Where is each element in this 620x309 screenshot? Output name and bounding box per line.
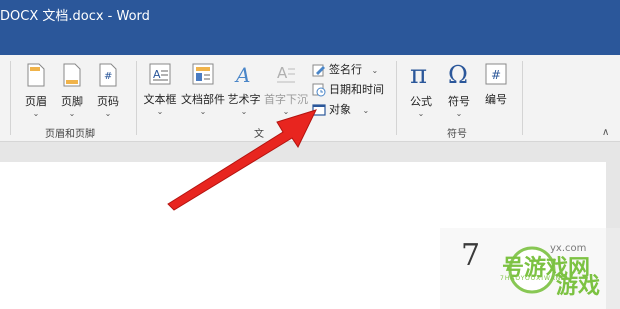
svg-text:#: # (104, 71, 112, 82)
signature-line-icon (312, 64, 325, 77)
quick-parts-label: 文档部件 (181, 93, 225, 106)
wordart-label: 艺术字 (227, 93, 261, 106)
group-separator (136, 61, 137, 135)
chevron-down-icon: ⌄ (68, 109, 76, 118)
date-time-button[interactable]: 日期和时间 (312, 81, 384, 97)
object-button[interactable]: 对象 ⌄ (312, 101, 369, 117)
quick-parts-button[interactable]: 文档部件 ⌄ (180, 63, 226, 116)
insert-ribbon: 页眉 ⌄ 页脚 ⌄ # 页码 ⌄ 页眉和页脚 A 文本框 ⌄ 文档部件 ⌄ A … (0, 55, 620, 142)
chevron-down-icon: ⌄ (199, 107, 207, 116)
group-separator (522, 61, 523, 135)
equation-label: 公式 (410, 95, 432, 108)
object-label: 对象 (329, 103, 351, 116)
group-separator (396, 61, 397, 135)
wordart-icon: A (234, 63, 250, 87)
svg-text:#: # (491, 68, 501, 82)
chevron-down-icon: ⌄ (32, 109, 40, 118)
svg-text:A: A (153, 68, 161, 81)
omega-icon: Ω (448, 61, 468, 89)
chevron-down-icon: ⌄ (282, 107, 290, 116)
svg-text:A: A (234, 63, 250, 85)
object-icon (312, 104, 326, 116)
drop-cap-button[interactable]: A 首字下沉 ⌄ (263, 63, 309, 116)
signature-line-button[interactable]: 签名行 ⌄ (312, 61, 378, 77)
window-title: DOCX 文档.docx - Word (0, 9, 150, 24)
chevron-down-icon: ⌄ (240, 107, 248, 116)
header-footer-group-label: 页眉和页脚 (45, 129, 95, 140)
watermark-game: 游戏 (556, 274, 601, 299)
symbols-group-label: 符号 (447, 129, 467, 140)
chevron-down-icon: ⌄ (371, 66, 379, 75)
page-number-label: 页码 (97, 95, 119, 108)
svg-text:Ω: Ω (448, 61, 468, 87)
header-icon (27, 63, 45, 87)
text-box-button[interactable]: A 文本框 ⌄ (142, 63, 178, 116)
title-bar: DOCX 文档.docx - Word (0, 0, 620, 55)
chevron-down-icon: ⌄ (104, 109, 112, 118)
header-button[interactable]: 页眉 ⌄ (20, 63, 52, 118)
collapse-ribbon-button[interactable]: ∧ (602, 127, 609, 138)
page-number-button[interactable]: # 页码 ⌄ (92, 63, 124, 118)
signature-line-label: 签名行 (329, 63, 362, 76)
pi-icon: π (410, 60, 427, 90)
group-separator (10, 61, 11, 135)
header-label: 页眉 (25, 95, 47, 108)
text-box-icon: A (149, 63, 171, 85)
drop-cap-label: 首字下沉 (264, 93, 308, 106)
chevron-down-icon: ⌄ (156, 107, 164, 116)
footer-button[interactable]: 页脚 ⌄ (56, 63, 88, 118)
wordart-button[interactable]: A 艺术字 ⌄ (226, 63, 262, 116)
svg-text:A: A (277, 64, 288, 82)
symbol-button[interactable]: Ω 符号 ⌄ (442, 61, 476, 118)
watermark-digit: 7 (461, 238, 481, 273)
chevron-down-icon: ⌄ (455, 109, 463, 118)
date-time-icon (312, 83, 326, 97)
svg-text:π: π (410, 61, 427, 87)
page-number-icon: # (99, 63, 117, 87)
equation-button[interactable]: π 公式 ⌄ (404, 60, 438, 118)
chevron-down-icon: ⌄ (362, 106, 370, 115)
footer-icon (63, 63, 81, 87)
drop-cap-icon: A (277, 64, 295, 83)
quick-parts-icon (192, 63, 214, 85)
symbol-label: 符号 (448, 95, 470, 108)
date-time-label: 日期和时间 (329, 83, 384, 96)
text-box-label: 文本框 (143, 93, 177, 106)
number-icon: # (485, 63, 507, 85)
number-button[interactable]: # 编号 (480, 63, 512, 107)
chevron-down-icon: ⌄ (417, 109, 425, 118)
footer-label: 页脚 (61, 95, 83, 108)
number-label: 编号 (485, 93, 507, 106)
text-group-label: 文 (254, 129, 264, 140)
